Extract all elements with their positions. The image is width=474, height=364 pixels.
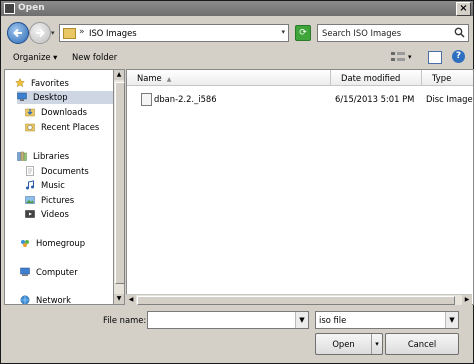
title-bar[interactable]: Open × <box>1 1 473 16</box>
navigation-pane: Favorites Desktop Downloads Recent Place… <box>4 69 114 305</box>
navigation-scrollbar[interactable]: ▲ ▼ <box>113 69 125 305</box>
view-options-icon[interactable] <box>391 51 405 63</box>
column-header-date[interactable]: Date modified <box>331 70 422 86</box>
libraries-icon <box>17 151 27 161</box>
horizontal-scrollbar[interactable]: ◀ ▶ <box>126 294 472 305</box>
sort-ascending-icon: ▲ <box>166 76 172 83</box>
file-type-select[interactable]: iso file ▼ <box>315 311 459 329</box>
videos-icon <box>25 210 35 218</box>
recent-places-icon <box>25 123 35 132</box>
close-button[interactable]: × <box>456 2 471 16</box>
refresh-button[interactable]: ⟳ <box>295 25 311 41</box>
window-icon <box>4 3 15 14</box>
scroll-down-button[interactable]: ▼ <box>114 294 124 304</box>
nav-desktop[interactable]: Desktop <box>17 91 113 104</box>
star-icon <box>15 78 25 88</box>
back-button[interactable] <box>7 22 29 44</box>
open-dialog: Open × ▾ » ISO Images ▾ ⟳ Search ISO Ima… <box>0 0 474 364</box>
help-icon[interactable]: ? <box>452 50 465 63</box>
open-split-dropdown-icon[interactable]: ▾ <box>371 334 382 354</box>
folder-icon <box>63 28 76 39</box>
nav-libraries[interactable]: Libraries <box>17 150 113 163</box>
file-type-value: iso file <box>319 315 347 325</box>
scroll-thumb[interactable] <box>115 82 125 284</box>
search-input[interactable]: Search ISO Images <box>317 24 469 42</box>
breadcrumb-separator: » <box>79 27 85 37</box>
pictures-icon <box>25 196 35 204</box>
nav-downloads[interactable]: Downloads <box>25 106 113 119</box>
address-bar[interactable]: » ISO Images ▾ <box>59 24 289 42</box>
file-type-dropdown-button[interactable]: ▼ <box>445 312 458 328</box>
new-folder-button[interactable]: New folder <box>72 52 117 62</box>
music-icon <box>26 180 34 190</box>
preview-pane-icon[interactable] <box>428 51 442 64</box>
view-dropdown-button[interactable]: ▾ <box>408 53 412 61</box>
file-date: 6/15/2013 5:01 PM <box>335 94 415 104</box>
file-list: Name ▲ Date modified Type dban-2.2._i586 … <box>126 69 474 305</box>
nav-music[interactable]: Music <box>25 179 113 192</box>
nav-pictures[interactable]: Pictures <box>25 194 113 207</box>
forward-button[interactable] <box>29 22 51 44</box>
window-title: Open <box>18 3 45 13</box>
arrow-right-icon <box>36 28 45 38</box>
disc-image-file-icon <box>141 93 152 106</box>
nav-videos[interactable]: Videos <box>25 208 113 221</box>
network-icon <box>20 295 30 304</box>
nav-computer[interactable]: Computer <box>20 266 113 279</box>
address-dropdown-button[interactable]: ▾ <box>281 28 285 36</box>
command-bar: Organize ▾ New folder ▾ ? <box>1 47 473 69</box>
breadcrumb-folder[interactable]: ISO Images <box>89 28 137 38</box>
file-name-dropdown-button[interactable]: ▼ <box>295 312 308 328</box>
arrow-left-icon <box>13 28 22 38</box>
file-name-input[interactable]: ▼ <box>147 311 309 329</box>
nav-recent-places[interactable]: Recent Places <box>25 121 113 134</box>
nav-homegroup[interactable]: Homegroup <box>20 237 113 250</box>
nav-documents[interactable]: Documents <box>25 165 113 178</box>
desktop-icon <box>17 92 27 101</box>
column-header-type[interactable]: Type <box>422 70 473 86</box>
address-row: ▾ » ISO Images ▾ ⟳ Search ISO Images <box>1 17 473 47</box>
search-placeholder: Search ISO Images <box>322 28 402 38</box>
cancel-button[interactable]: Cancel <box>385 333 459 355</box>
computer-icon <box>20 267 30 276</box>
scroll-up-button[interactable]: ▲ <box>114 70 124 80</box>
documents-icon <box>26 166 34 176</box>
nav-network[interactable]: Network <box>20 294 113 304</box>
scroll-left-button[interactable]: ◀ <box>126 295 136 305</box>
file-name-label: File name: <box>103 315 147 325</box>
organize-button[interactable]: Organize ▾ <box>13 52 57 62</box>
file-row[interactable]: dban-2.2._i586 6/15/2013 5:01 PM Disc Im… <box>127 92 473 106</box>
search-icon[interactable] <box>454 27 465 38</box>
homegroup-icon <box>21 240 29 247</box>
scroll-right-button[interactable]: ▶ <box>462 295 472 305</box>
open-button[interactable]: Open ▾ <box>315 333 383 355</box>
recent-pages-button[interactable]: ▾ <box>51 29 55 37</box>
file-name: dban-2.2._i586 <box>154 94 217 104</box>
downloads-icon <box>25 108 35 117</box>
horizontal-scroll-thumb[interactable] <box>137 296 455 305</box>
nav-favorites[interactable]: Favorites <box>15 77 111 90</box>
column-header-name[interactable]: Name ▲ <box>127 70 331 86</box>
file-type: Disc Image F <box>426 94 473 104</box>
